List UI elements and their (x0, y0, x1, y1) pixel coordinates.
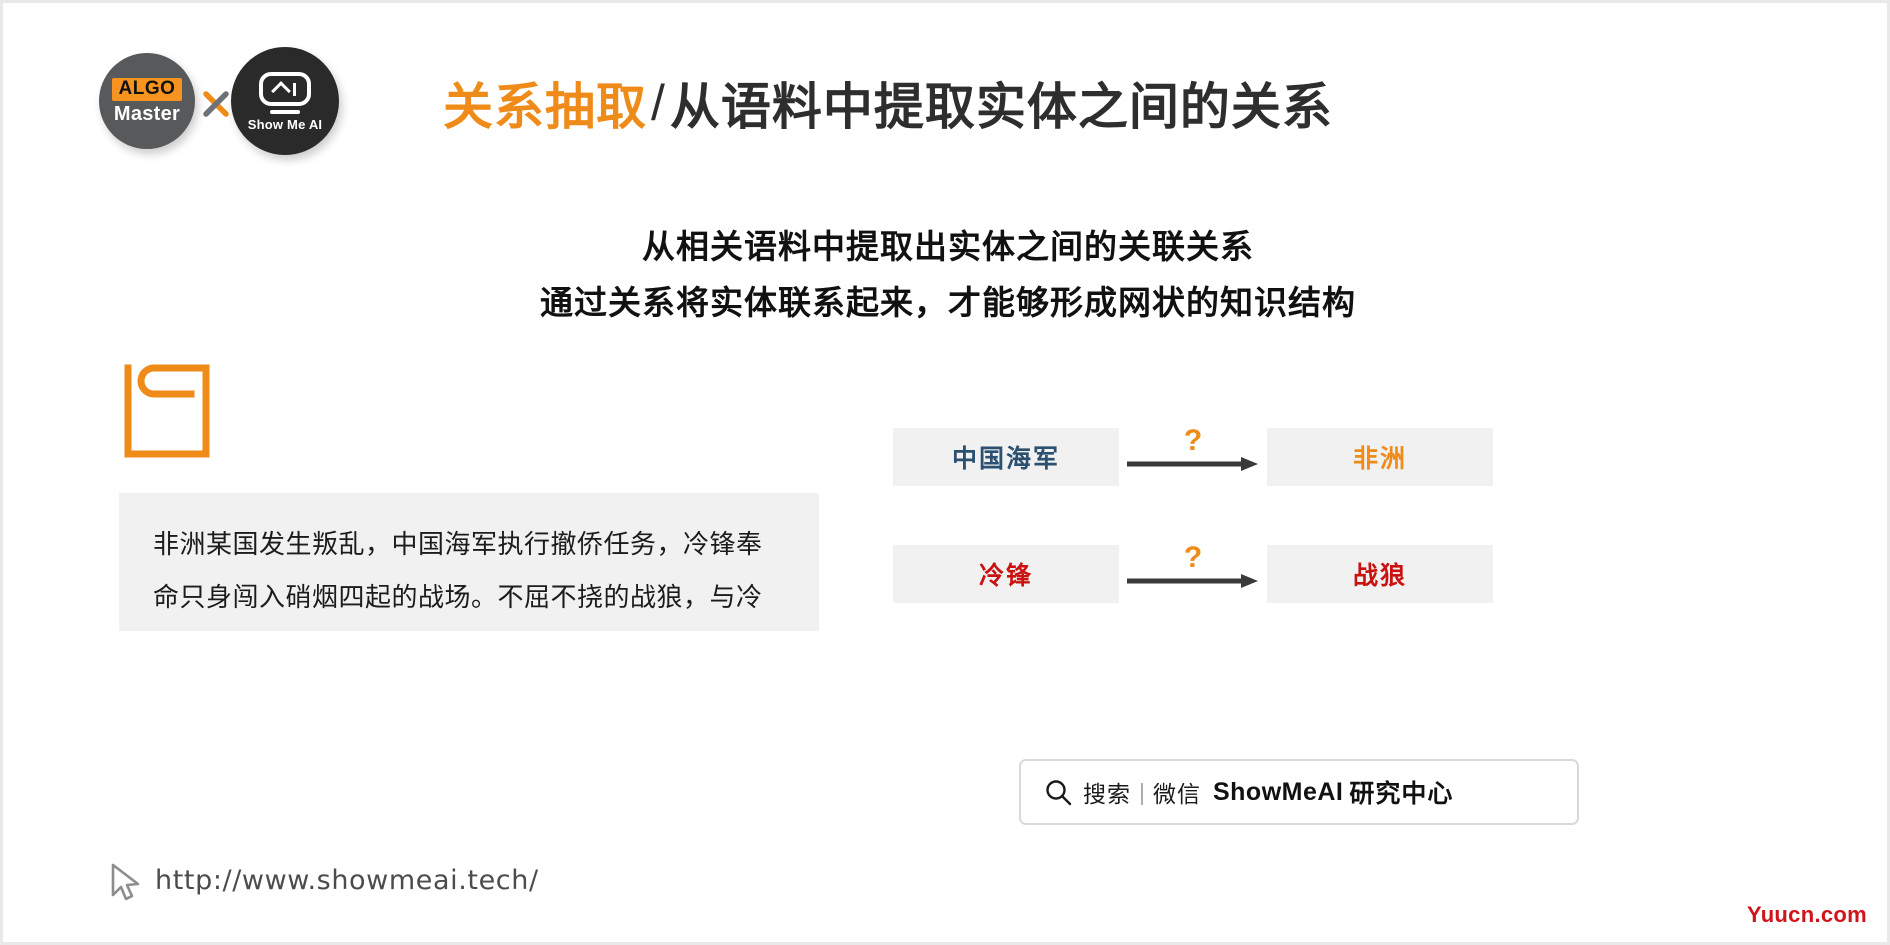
arrow-right-icon (1127, 457, 1258, 471)
relation-graph: 中国海军 ? 非洲 冷锋 ? 战狼 (893, 424, 1493, 648)
arrow-right-icon (1127, 574, 1258, 588)
relation-row: 中国海军 ? 非洲 (893, 424, 1493, 486)
logo-x-separator (203, 91, 229, 117)
watermark-label: Yuucn.com (1746, 902, 1867, 927)
relation-source-label: 中国海军 (951, 445, 1060, 473)
relation-arrow-group: ? (1119, 424, 1267, 486)
corpus-passage-text: 非洲某国发生叛乱，中国海军执行撤侨任务，冷锋奉命只身闯入硝烟四起的战场。不屈不挠… (153, 530, 763, 613)
wechat-search-bar[interactable]: 搜索 | 微信 ShowMeAI 研究中心 (1019, 759, 1579, 825)
page-title-rest: 从语料中提取实体之间的关系 (669, 79, 1333, 135)
relation-arrow-group: ? (1119, 541, 1267, 603)
robot-mouth-icon (270, 110, 300, 114)
relation-question-mark: ? (1183, 424, 1203, 457)
subtitle-line-1: 从相关语料中提取出实体之间的关联关系 (642, 228, 1254, 265)
subtitle-line-2: 通过关系将实体联系起来，才能够形成网状的知识结构 (540, 284, 1356, 321)
relation-target-entity[interactable]: 战狼 (1267, 545, 1493, 603)
search-brand-label: ShowMeAI (1212, 777, 1344, 806)
corpus-passage-box: 非洲某国发生叛乱，中国海军执行撤侨任务，冷锋奉命只身闯入硝烟四起的战场。不屈不挠… (119, 493, 819, 631)
showmeai-logo: Show Me AI (231, 47, 339, 155)
relation-target-label: 战狼 (1352, 562, 1407, 590)
search-divider: | (1139, 778, 1145, 805)
algomaster-logo: ALGO Master (99, 53, 195, 149)
relation-target-label: 非洲 (1352, 445, 1407, 473)
book-icon (124, 364, 210, 458)
cursor-icon (111, 863, 140, 901)
search-icon (1046, 780, 1072, 806)
robot-face-icon (259, 72, 311, 106)
page-title-separator: / (651, 75, 666, 131)
robot-eye-caret-icon (270, 80, 291, 101)
search-channel-label: 微信 (1152, 781, 1201, 807)
relation-row: 冷锋 ? 战狼 (893, 541, 1493, 603)
slide-canvas: ALGO Master Show Me AI 关系抽取 / 从语料中提取实体之间… (0, 0, 1890, 945)
algomaster-badge-label: ALGO (111, 78, 183, 101)
relation-target-entity[interactable]: 非洲 (1267, 428, 1493, 486)
page-title: 关系抽取 / 从语料中提取实体之间的关系 (443, 65, 1333, 141)
search-label: 搜索 (1083, 781, 1131, 807)
footer-url[interactable]: http://www.showmeai.tech/ (155, 865, 539, 896)
logo-group: ALGO Master Show Me AI (99, 47, 349, 157)
relation-question-mark: ? (1183, 541, 1203, 574)
relation-source-entity[interactable]: 冷锋 (893, 545, 1119, 603)
page-title-accent: 关系抽取 (443, 79, 647, 135)
showmeai-name-label: Show Me AI (247, 117, 323, 132)
subtitle-block: 从相关语料中提取出实体之间的关联关系 通过关系将实体联系起来，才能够形成网状的知… (3, 219, 1890, 331)
search-center-label: 研究中心 (1349, 780, 1454, 808)
relation-source-label: 冷锋 (978, 562, 1033, 590)
algomaster-name-label: Master (113, 102, 181, 125)
robot-eye-bar-icon (292, 82, 297, 96)
slide-header: ALGO Master Show Me AI 关系抽取 / 从语料中提取实体之间… (3, 3, 1890, 183)
relation-source-entity[interactable]: 中国海军 (893, 428, 1119, 486)
